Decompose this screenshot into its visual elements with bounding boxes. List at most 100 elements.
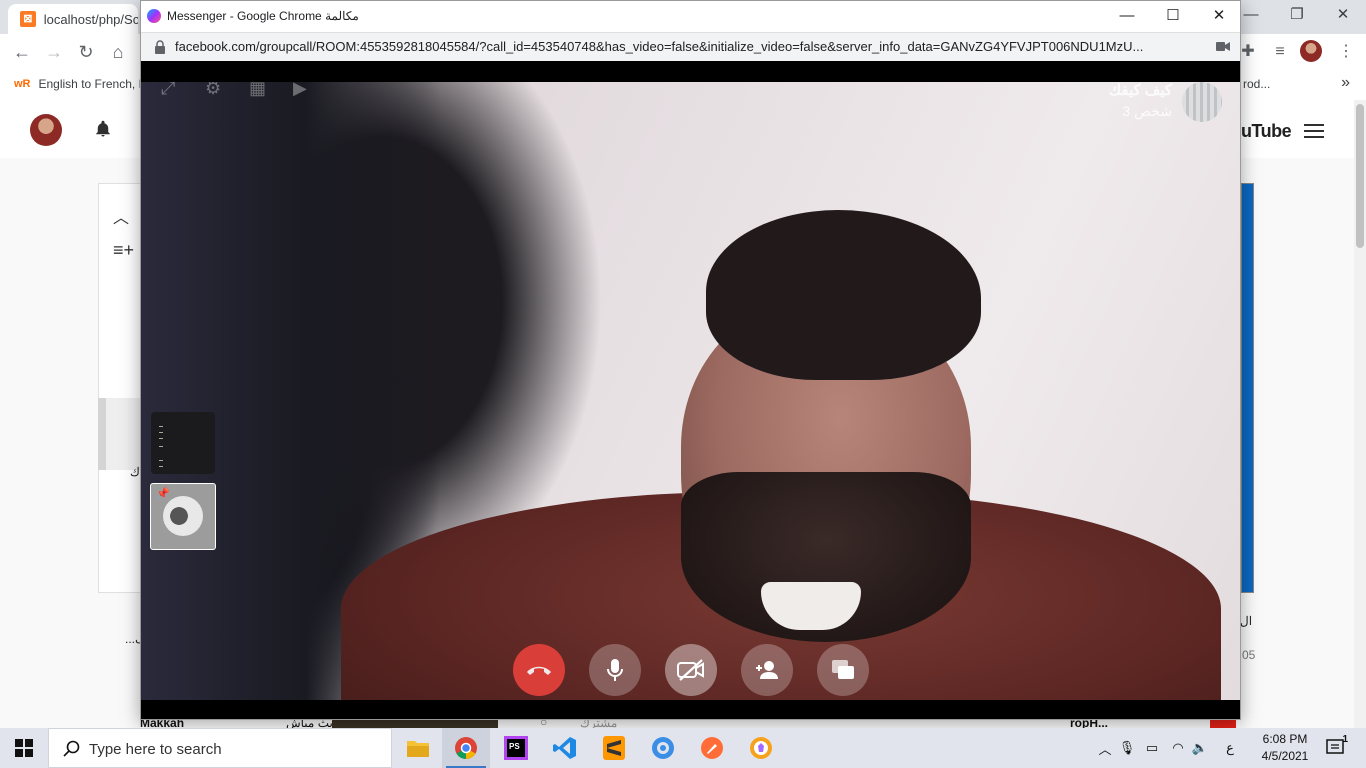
pinned-participant-thumbnail[interactable]: 📌 (150, 483, 216, 550)
taskbar-search[interactable]: Type here to search (48, 728, 392, 768)
fullscreen-icon[interactable]: ⤢ (161, 82, 183, 100)
add-to-queue-icon[interactable]: ≡+ (113, 240, 134, 261)
minimize-icon[interactable]: — (1104, 1, 1150, 32)
taskbar-app-blue[interactable] (639, 728, 687, 768)
back-arrow-icon[interactable]: ← (10, 40, 34, 64)
hang-up-icon (527, 666, 551, 675)
add-person-icon (756, 661, 778, 679)
windows-logo-icon (15, 739, 33, 757)
participant-thumbnail[interactable] (151, 412, 215, 474)
bookmark-item-right[interactable]: rod... (1243, 77, 1270, 91)
microphone-button[interactable] (589, 644, 641, 696)
more-menu-icon[interactable]: ⋮ (1334, 40, 1358, 64)
share-screen-icon (832, 660, 854, 679)
brave-icon (750, 737, 772, 759)
postman-icon (701, 737, 723, 759)
wifi-icon[interactable]: ◠ (1168, 728, 1188, 768)
taskbar-postman[interactable] (688, 728, 736, 768)
add-people-button[interactable] (741, 644, 793, 696)
group-name: كيف كيفك (1108, 82, 1172, 99)
close-icon[interactable]: ✕ (1320, 0, 1366, 34)
pin-icon[interactable]: 📌 (156, 487, 170, 500)
search-icon (63, 740, 80, 757)
share-screen-button[interactable] (817, 644, 869, 696)
search-placeholder: Type here to search (89, 741, 222, 758)
video-feed: ⤢ ⚙ ▦ ▶ كيف كيفك 3 شخص 📌 (141, 82, 1240, 700)
vscode-icon (553, 737, 576, 759)
battery-icon[interactable]: ▭ (1142, 728, 1162, 768)
call-controls (513, 644, 869, 696)
participant-avatar (163, 496, 203, 536)
background-tab[interactable]: ⊠ localhost/php/Sc (8, 4, 138, 34)
media-control-icon[interactable]: ≡ (1268, 40, 1292, 64)
camera-in-use-icon[interactable] (1216, 41, 1230, 52)
youtube-avatar[interactable] (30, 114, 62, 146)
forward-arrow-icon[interactable]: → (42, 40, 66, 64)
home-icon[interactable]: ⌂ (106, 40, 130, 64)
page-text-fragment: ال (1240, 614, 1253, 628)
folder-icon (407, 741, 429, 757)
close-icon[interactable]: ✕ (1196, 1, 1242, 32)
notification-count: 1 (1342, 734, 1348, 745)
taskbar-sublime[interactable] (590, 728, 638, 768)
settings-gear-icon[interactable]: ⚙ (205, 82, 227, 100)
chevron-up-icon[interactable]: ︿ (113, 204, 129, 228)
taskbar-vscode[interactable] (541, 728, 589, 768)
camera-toggle-button[interactable] (665, 644, 717, 696)
windows-taskbar: Type here to search PS ︿ 🎙 ▭ ◠ 🔈 ع 6:08 … (0, 728, 1366, 768)
video-person-hair (706, 210, 981, 380)
input-language[interactable]: ع (1220, 728, 1240, 768)
participant-count: 3 شخص (1122, 103, 1172, 119)
app-globe-icon (652, 737, 674, 759)
bookmark-item[interactable]: wR English to French, It (14, 77, 145, 91)
chrome-icon (455, 737, 477, 759)
restore-icon[interactable]: ❐ (1274, 0, 1320, 34)
taskbar-file-explorer[interactable] (394, 728, 442, 768)
popup-address-bar: facebook.com/groupcall/ROOM:455359281804… (141, 32, 1240, 61)
popup-url[interactable]: facebook.com/groupcall/ROOM:455359281804… (175, 39, 1215, 54)
grid-view-icon[interactable]: ▦ (249, 82, 271, 100)
microphone-icon (607, 659, 623, 681)
page-text-fragment: 05 (1242, 648, 1256, 662)
page-text-fragment: ك (130, 465, 140, 479)
camera-off-icon (677, 659, 704, 681)
volume-icon[interactable]: 🔈 (1190, 728, 1210, 768)
popup-title: Messenger - Google Chrome مكالمة (167, 9, 359, 23)
lock-icon[interactable] (154, 40, 166, 54)
action-center-button[interactable]: 1 (1322, 728, 1350, 768)
hamburger-menu-icon[interactable] (1304, 124, 1324, 142)
start-button[interactable] (0, 728, 48, 768)
video-thumbnail-edge[interactable] (1241, 183, 1254, 593)
taskbar-brave[interactable] (737, 728, 785, 768)
show-hidden-icons[interactable]: ︿ (1096, 728, 1114, 768)
microphone-tray-icon[interactable]: 🎙 (1118, 728, 1136, 768)
phpstorm-icon: PS (504, 736, 528, 760)
youtube-logo[interactable]: uTube (1241, 121, 1292, 142)
taskbar-clock[interactable]: 6:08 PM 4/5/2021 (1246, 731, 1324, 765)
bookmark-label: English to French, It (38, 77, 146, 91)
clock-time: 6:08 PM (1262, 732, 1308, 746)
video-effects-icon[interactable]: ▶ (293, 82, 315, 100)
notifications-bell-icon[interactable] (94, 120, 112, 138)
taskbar-chrome[interactable] (442, 728, 490, 768)
messenger-icon (147, 9, 161, 23)
svg-text:PS: PS (509, 742, 520, 751)
profile-avatar[interactable] (1300, 40, 1322, 62)
page-scrollbar[interactable] (1354, 100, 1366, 728)
group-avatar (1182, 82, 1222, 122)
background-tab-title: localhost/php/Sc (43, 11, 138, 27)
xampp-favicon-icon: ⊠ (20, 11, 36, 27)
wordreference-icon: wR (14, 78, 31, 90)
call-top-toolbar: ⤢ ⚙ ▦ ▶ (161, 82, 315, 100)
messenger-call-window: Messenger - Google Chrome مكالمة — ☐ ✕ f… (140, 0, 1241, 720)
reload-icon[interactable]: ↻ (74, 40, 98, 64)
group-info: كيف كيفك 3 شخص (1109, 82, 1222, 122)
clock-date: 4/5/2021 (1261, 749, 1309, 763)
popup-title-bar: Messenger - Google Chrome مكالمة — ☐ ✕ (141, 1, 1240, 32)
end-call-button[interactable] (513, 644, 565, 696)
bookmarks-overflow-icon[interactable]: » (1341, 74, 1350, 92)
maximize-icon[interactable]: ☐ (1150, 1, 1196, 32)
sublime-icon (603, 736, 625, 760)
scrollbar-thumb[interactable] (1356, 104, 1364, 248)
taskbar-phpstorm[interactable]: PS (492, 728, 540, 768)
